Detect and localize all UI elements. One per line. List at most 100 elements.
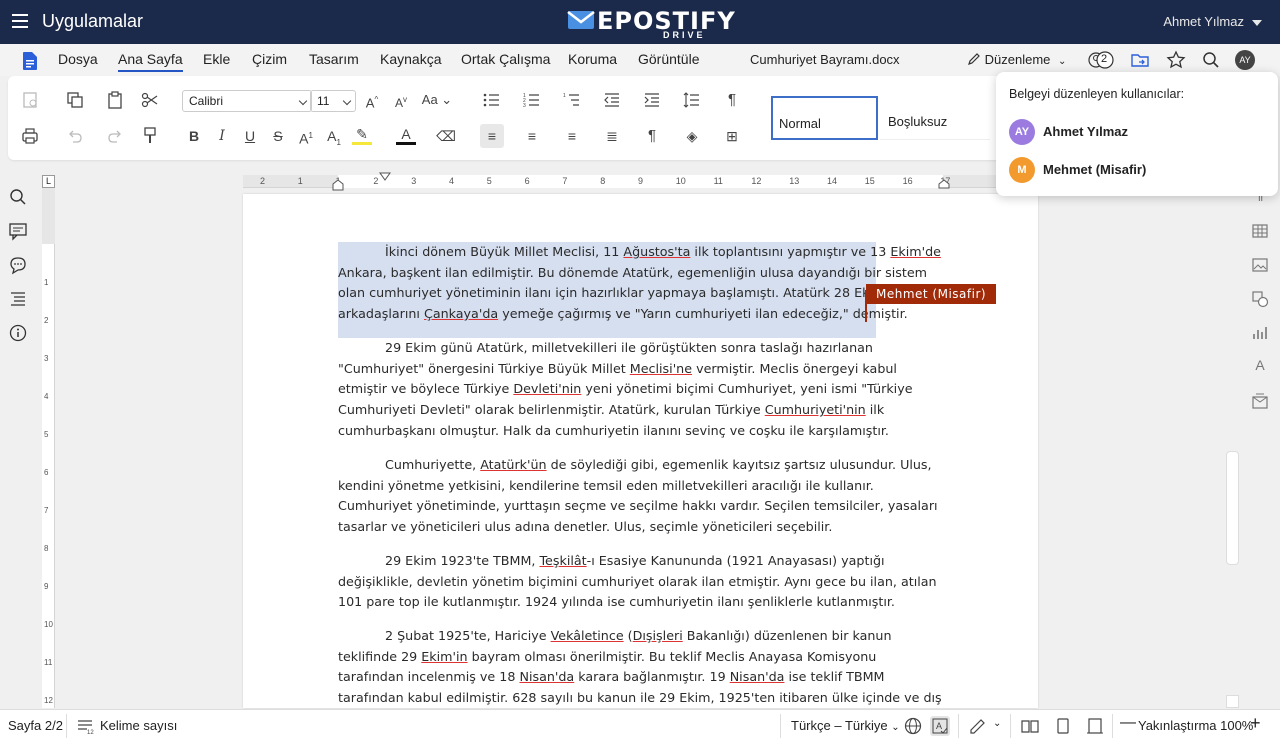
menu-kaynakca[interactable]: Kaynakça [380,51,441,67]
menu-ana-sayfa[interactable]: Ana Sayfa [118,51,183,72]
align-left-icon[interactable]: ≡ [480,124,504,148]
justify-icon[interactable]: ≣ [602,126,622,146]
scroll-down-arrow-icon[interactable] [1226,695,1239,708]
change-case-icon[interactable]: Aa ⌄ [421,90,453,110]
format-brush-icon[interactable] [140,126,160,146]
align-right-icon[interactable]: ≡ [562,126,582,146]
shapes-icon[interactable] [1250,289,1270,309]
paste-icon[interactable] [105,90,125,110]
decrease-indent-icon[interactable] [602,90,622,110]
apps-title[interactable]: Uygulamalar [42,11,143,32]
epostify-logo[interactable]: EPOSTIFY DRIVE [567,4,735,42]
page-indicator[interactable]: Sayfa 2/2 [8,718,63,733]
font-color-icon[interactable]: A [396,124,416,148]
increase-indent-icon[interactable] [642,90,662,110]
mail-merge-icon[interactable] [1250,391,1270,411]
chat-icon[interactable] [8,255,28,275]
svg-text:1: 1 [563,93,566,99]
bold-icon[interactable]: B [184,126,204,146]
undo-icon[interactable] [65,126,85,146]
divider [1010,714,1011,738]
font-size-select[interactable]: 11 [310,90,356,112]
paragraph-3[interactable]: Cumhuriyette, Atatürk'ün de söylediği gi… [338,455,943,538]
paragraph-1[interactable]: İkinci dönem Büyük Millet Meclisi, 11 Ağ… [338,242,943,325]
left-indent-marker[interactable] [332,179,344,191]
menu-ortak-calisma[interactable]: Ortak Çalışma [461,51,550,67]
first-line-indent-marker[interactable] [379,172,391,182]
fit-width-icon[interactable] [1085,716,1105,736]
align-center-icon[interactable]: ≡ [522,126,542,146]
redo-icon[interactable] [105,126,125,146]
track-changes-icon[interactable] [968,716,988,736]
menu-ekle[interactable]: Ekle [203,51,230,67]
multilevel-list-icon[interactable]: 1 [562,90,582,110]
style-bosluksuz[interactable]: Boşluksuz [880,96,990,140]
shading-icon[interactable]: ◈ [682,126,702,146]
word-count-icon[interactable]: 12 [75,716,95,736]
spellcheck-icon[interactable]: A [930,716,950,736]
navigation-icon[interactable] [8,289,28,309]
table-icon[interactable] [1250,221,1270,241]
superscript-icon[interactable]: A1 [296,126,316,147]
comment-icon[interactable] [8,221,28,241]
underline-icon[interactable]: U [240,126,260,146]
menu-cizim[interactable]: Çizim [252,51,287,67]
right-indent-marker[interactable] [938,179,950,189]
clear-format-icon[interactable]: ⌫ [436,126,456,146]
paragraph-direction-icon[interactable]: ¶ [642,126,662,146]
decrease-font-icon[interactable]: Av [391,90,411,110]
language-select[interactable]: Türkçe – Türkiye ⌄ [791,718,900,733]
increase-font-icon[interactable]: A^ [362,90,382,110]
avatar[interactable]: AY [1235,50,1255,70]
chevron-down-icon[interactable]: ⌄ [993,718,1001,729]
subscript-icon[interactable]: A1 [324,126,344,147]
print-icon[interactable] [20,126,40,146]
read-mode-icon[interactable] [1020,716,1040,736]
user-menu[interactable]: Ahmet Yılmaz [1163,14,1262,29]
document-filename[interactable]: Cumhuriyet Bayramı.docx [750,52,900,67]
paragraph-2[interactable]: 29 Ekim günü Atatürk, milletvekilleri il… [338,338,943,442]
format-painter-dim-icon[interactable] [20,90,40,110]
zoom-out-icon[interactable]: — [1120,714,1136,732]
italic-icon[interactable]: I [212,126,232,146]
menu-dosya[interactable]: Dosya [58,51,98,67]
word-count[interactable]: Kelime sayısı [100,718,177,733]
copy-icon[interactable] [65,90,85,110]
bullet-list-icon[interactable] [482,90,502,110]
text-art-icon[interactable]: A [1250,357,1270,377]
paragraph-5[interactable]: 2 Şubat 1925'te, Hariciye Vekâletince (D… [338,626,943,708]
star-icon[interactable] [1166,50,1186,70]
paragraph-4[interactable]: 29 Ekim 1923'te TBMM, Teşkilât-ı Esasiye… [338,551,943,613]
zoom-in-icon[interactable]: + [1250,713,1261,734]
menu-tasarim[interactable]: Tasarım [309,51,359,67]
fit-page-icon[interactable] [1053,716,1073,736]
document-page[interactable]: İkinci dönem Büyük Millet Meclisi, 11 Ağ… [243,194,1038,708]
horizontal-ruler[interactable]: 211234567891011121314151617 [243,172,998,191]
svg-text:3: 3 [523,103,526,109]
search-icon[interactable] [1201,50,1221,70]
collaborators-button[interactable]: 2 [1088,50,1118,70]
font-family-select[interactable]: Calibri [182,90,312,112]
paragraph-mark-icon[interactable]: ¶ [722,90,742,110]
globe-icon[interactable] [903,716,923,736]
info-icon[interactable] [8,323,28,343]
style-normal[interactable]: Normal [771,96,878,140]
strikethrough-icon[interactable]: S [268,126,288,146]
borders-icon[interactable]: ⊞ [722,126,742,146]
menu-goruntule[interactable]: Görüntüle [638,51,699,67]
vertical-scrollbar[interactable] [1226,451,1239,565]
menu-koruma[interactable]: Koruma [568,51,617,67]
highlight-color-icon[interactable]: ✎ [352,124,372,148]
zoom-level[interactable]: Yakınlaştırma 100% [1138,718,1253,733]
hamburger-menu-icon[interactable] [12,14,28,28]
image-icon[interactable] [1250,255,1270,275]
line-spacing-icon[interactable] [682,90,702,110]
search-icon[interactable] [8,187,28,207]
folder-move-icon[interactable] [1130,50,1150,70]
tab-selector[interactable]: L [42,175,55,188]
numbered-list-icon[interactable]: 123 [522,90,542,110]
cut-icon[interactable] [140,90,160,110]
vertical-ruler[interactable]: 1 2 3 4 5 6 7 8 9 10 11 12 [42,188,55,708]
chart-icon[interactable] [1250,323,1270,343]
edit-mode-dropdown[interactable]: Düzenleme ⌄ [967,52,1066,67]
